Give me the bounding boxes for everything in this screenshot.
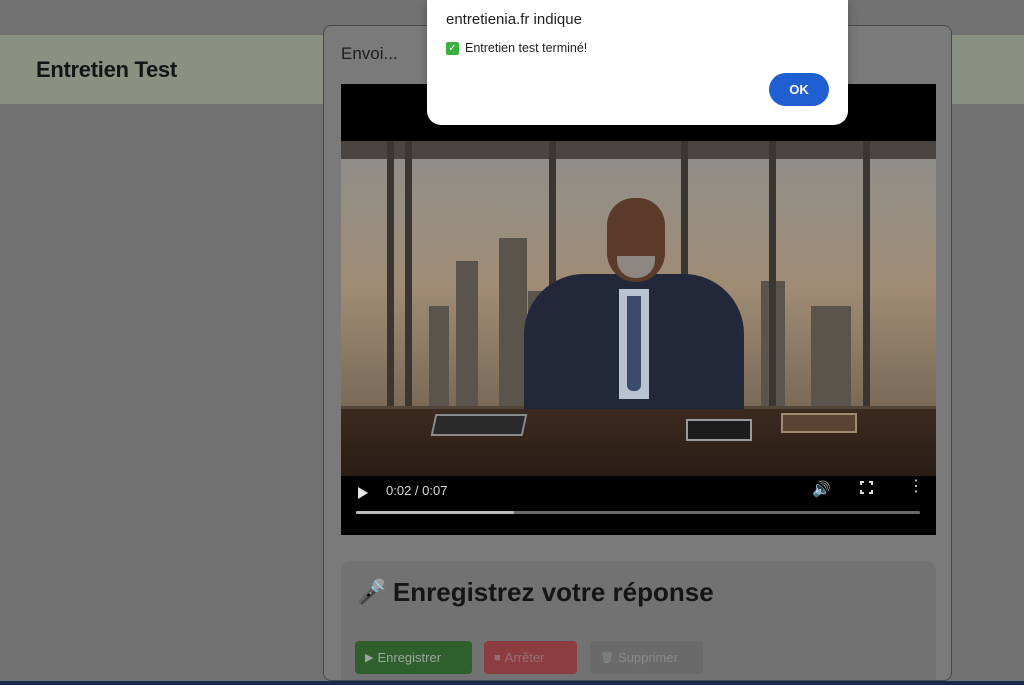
alert-message: ✓ Entretien test terminé! xyxy=(446,41,587,55)
microphone-icon: 🎤 xyxy=(357,579,387,606)
building xyxy=(456,261,478,406)
modal-title: Envoi... xyxy=(341,44,398,63)
ok-button[interactable]: OK xyxy=(769,73,829,106)
more-options-icon[interactable]: ⋮ xyxy=(908,479,924,495)
bottom-strip xyxy=(0,681,1024,685)
volume-icon[interactable]: 🔊 xyxy=(812,480,831,498)
person-tie xyxy=(627,296,641,391)
stop-button-label: Arrêter xyxy=(504,650,545,665)
tablet-right xyxy=(686,419,752,441)
fullscreen-icon[interactable] xyxy=(860,481,873,494)
play-icon[interactable] xyxy=(358,487,368,499)
trash-icon: 🗑 xyxy=(600,652,614,664)
tablet-left xyxy=(430,414,528,436)
alert-title: entretienia.fr indique xyxy=(446,11,582,28)
record-title: 🎤 Enregistrez votre réponse xyxy=(357,577,714,608)
window-mullion xyxy=(863,141,870,406)
video-frame xyxy=(341,141,936,476)
building xyxy=(429,306,449,406)
window-mullion xyxy=(405,141,412,406)
alert-dialog: entretienia.fr indique ✓ Entretien test … xyxy=(427,0,848,125)
ceiling xyxy=(341,141,936,159)
video-progress-bar[interactable] xyxy=(356,511,920,514)
page-title: Entretien Test xyxy=(36,57,177,82)
stop-button[interactable]: ■ Arrêter xyxy=(484,641,577,674)
video-player[interactable]: 0:02 / 0:07 🔊 ⋮ xyxy=(341,84,936,535)
check-icon: ✓ xyxy=(446,41,459,55)
video-controls: 0:02 / 0:07 🔊 ⋮ xyxy=(341,476,936,535)
video-progress-fill xyxy=(356,511,514,514)
delete-button-label: Supprimer xyxy=(617,650,678,665)
record-title-text: Enregistrez votre réponse xyxy=(392,577,714,607)
window-mullion xyxy=(769,141,776,406)
alert-message-text: Entretien test terminé! xyxy=(465,41,588,55)
notebook xyxy=(781,413,857,433)
play-icon: ▶ xyxy=(365,652,374,664)
video-time: 0:02 / 0:07 xyxy=(386,483,448,498)
building xyxy=(811,306,851,406)
delete-button[interactable]: 🗑 Supprimer xyxy=(590,641,703,674)
window-mullion xyxy=(387,141,394,406)
building xyxy=(499,238,527,406)
record-button-label: Enregistrer xyxy=(377,650,442,665)
record-button[interactable]: ▶ Enregistrer xyxy=(355,641,472,674)
stop-icon: ■ xyxy=(494,651,501,664)
record-panel: 🎤 Enregistrez votre réponse ▶ Enregistre… xyxy=(341,561,936,680)
